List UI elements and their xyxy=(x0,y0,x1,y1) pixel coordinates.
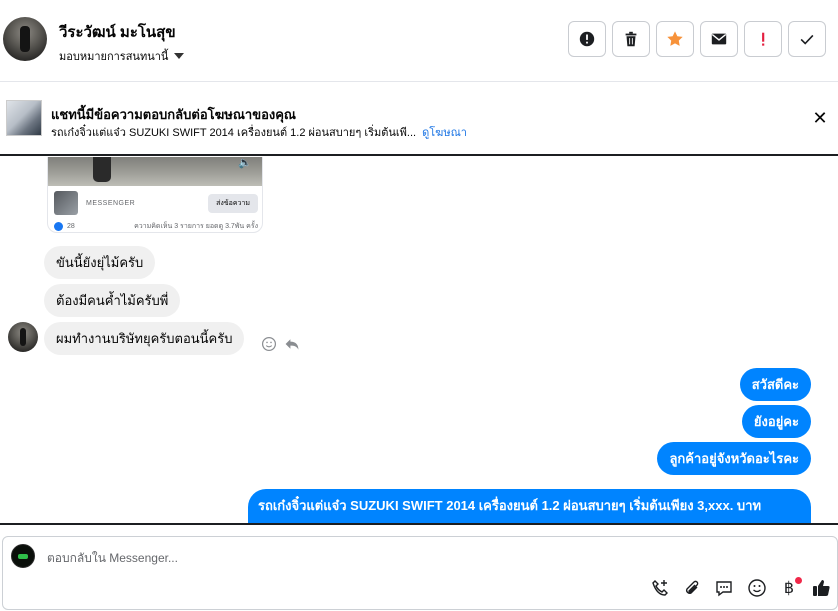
outgoing-message[interactable]: สวัสดีคะ xyxy=(739,368,811,401)
incoming-message[interactable]: ขันนี้ยังยุ่ไม้ครับ xyxy=(44,246,156,279)
incoming-message[interactable]: ผมทำงานบริษัทยุครับตอนนี้ครับ xyxy=(44,322,245,355)
delete-button[interactable] xyxy=(612,21,650,57)
report-button[interactable] xyxy=(568,21,606,57)
notification-dot xyxy=(795,577,802,584)
like-count: 28 xyxy=(67,223,75,230)
conversation-actions xyxy=(568,21,826,57)
envelope-icon xyxy=(711,33,727,45)
emoji-icon[interactable] xyxy=(746,577,768,599)
mark-done-button[interactable] xyxy=(788,21,826,57)
checkmark-icon xyxy=(800,34,814,45)
paperclip-icon[interactable] xyxy=(681,577,703,599)
send-message-button[interactable]: ส่งข้อความ xyxy=(208,193,258,213)
ad-preview-card[interactable]: 🔈 MESSENGER ส่งข้อความ 28 ความคิดเห็น 3 … xyxy=(47,157,263,233)
star-icon xyxy=(667,31,683,46)
ad-image: 🔈 xyxy=(48,157,262,186)
speaker-icon: 🔈 xyxy=(238,157,252,169)
report-icon xyxy=(579,31,595,47)
add-call-icon[interactable] xyxy=(649,577,671,599)
page-avatar xyxy=(11,544,35,568)
ad-source: MESSENGER xyxy=(86,199,136,207)
caret-down-icon xyxy=(174,53,185,59)
exclamation-icon xyxy=(762,32,765,46)
star-button[interactable] xyxy=(656,21,694,57)
contact-name[interactable]: วีระวัฒน์ มะโนสุข xyxy=(59,20,176,44)
mark-unread-button[interactable] xyxy=(700,21,738,57)
ad-stats: 28 ความคิดเห็น 3 รายการ ยอดดู 3.7พัน ครั… xyxy=(54,221,258,232)
page-logo xyxy=(54,191,78,215)
banner-title: แชทนี้มีข้อความตอบกลับต่อโฆษณาของคุณ xyxy=(51,107,296,122)
ad-card-cta-row: MESSENGER ส่งข้อความ xyxy=(54,191,258,215)
ad-engagement: ความคิดเห็น 3 รายการ ยอดดู 3.7พัน ครั้ง xyxy=(134,223,258,230)
ad-description: รถเก๋งจิ๋วแต่แจ๋ว SUZUKI SWIFT 2014 เครื… xyxy=(51,127,417,139)
saved-reply-icon[interactable] xyxy=(713,577,735,599)
outgoing-message[interactable]: รถเก๋งจิ๋วแต่แจ๋ว SUZUKI SWIFT 2014 เครื… xyxy=(248,489,811,523)
message-thread[interactable]: 🔈 MESSENGER ส่งข้อความ 28 ความคิดเห็น 3 … xyxy=(0,157,838,523)
outgoing-message[interactable]: ยังอยู่คะ xyxy=(741,405,811,438)
close-icon[interactable]: ✕ xyxy=(810,108,830,128)
ad-thumbnail[interactable] xyxy=(6,100,42,136)
assign-label: มอบหมายการสนทนานี้ xyxy=(59,51,169,63)
sender-avatar[interactable] xyxy=(8,322,38,352)
reply-input[interactable] xyxy=(47,549,547,567)
follow-up-button[interactable] xyxy=(744,21,782,57)
view-ad-link[interactable]: ดูโฆษณา xyxy=(422,127,467,139)
assign-conversation-dropdown[interactable]: มอบหมายการสนทนานี้ xyxy=(59,47,185,65)
like-icon xyxy=(54,222,63,231)
incoming-message[interactable]: ต้องมีคนค้ำไม้ครับพี่ xyxy=(44,284,181,317)
contact-avatar[interactable] xyxy=(3,17,47,61)
banner-description: รถเก๋งจิ๋วแต่แจ๋ว SUZUKI SWIFT 2014 เครื… xyxy=(51,123,467,141)
thumbs-up-icon[interactable] xyxy=(810,577,832,599)
outgoing-message[interactable]: ลูกค้าอยู่จังหวัดอะไรคะ xyxy=(657,442,811,475)
react-icon[interactable] xyxy=(260,335,278,353)
trash-icon xyxy=(625,31,637,47)
reply-icon[interactable] xyxy=(283,335,301,353)
conversation-header: วีระวัฒน์ มะโนสุข มอบหมายการสนทนานี้ xyxy=(0,0,838,82)
